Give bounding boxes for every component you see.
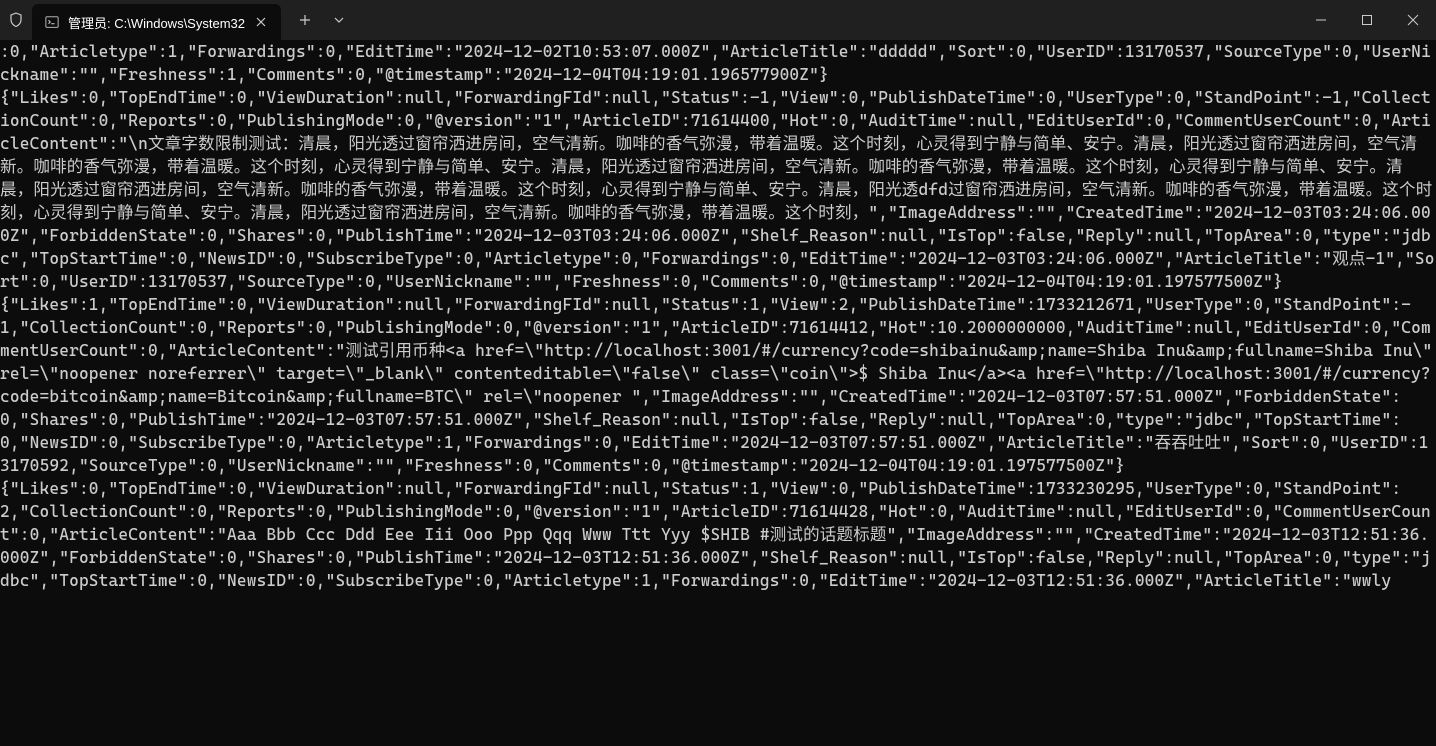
close-button[interactable] [1390, 0, 1436, 40]
tab-title: 管理员: C:\Windows\System32 [68, 13, 245, 32]
minimize-button[interactable] [1298, 0, 1344, 40]
titlebar: 管理员: C:\Windows\System32 [0, 0, 1436, 40]
maximize-button[interactable] [1344, 0, 1390, 40]
terminal-icon [44, 14, 60, 30]
tab-dropdown-button[interactable] [323, 4, 355, 36]
admin-shield-icon [0, 0, 32, 40]
new-tab-button[interactable] [287, 4, 323, 36]
window-controls [1298, 0, 1436, 40]
tab-active[interactable]: 管理员: C:\Windows\System32 [32, 4, 281, 40]
titlebar-left: 管理员: C:\Windows\System32 [0, 0, 355, 40]
tab-close-button[interactable] [249, 10, 273, 34]
terminal-output[interactable]: :0,"Articletype":1,"Forwardings":0,"Edit… [0, 40, 1436, 746]
